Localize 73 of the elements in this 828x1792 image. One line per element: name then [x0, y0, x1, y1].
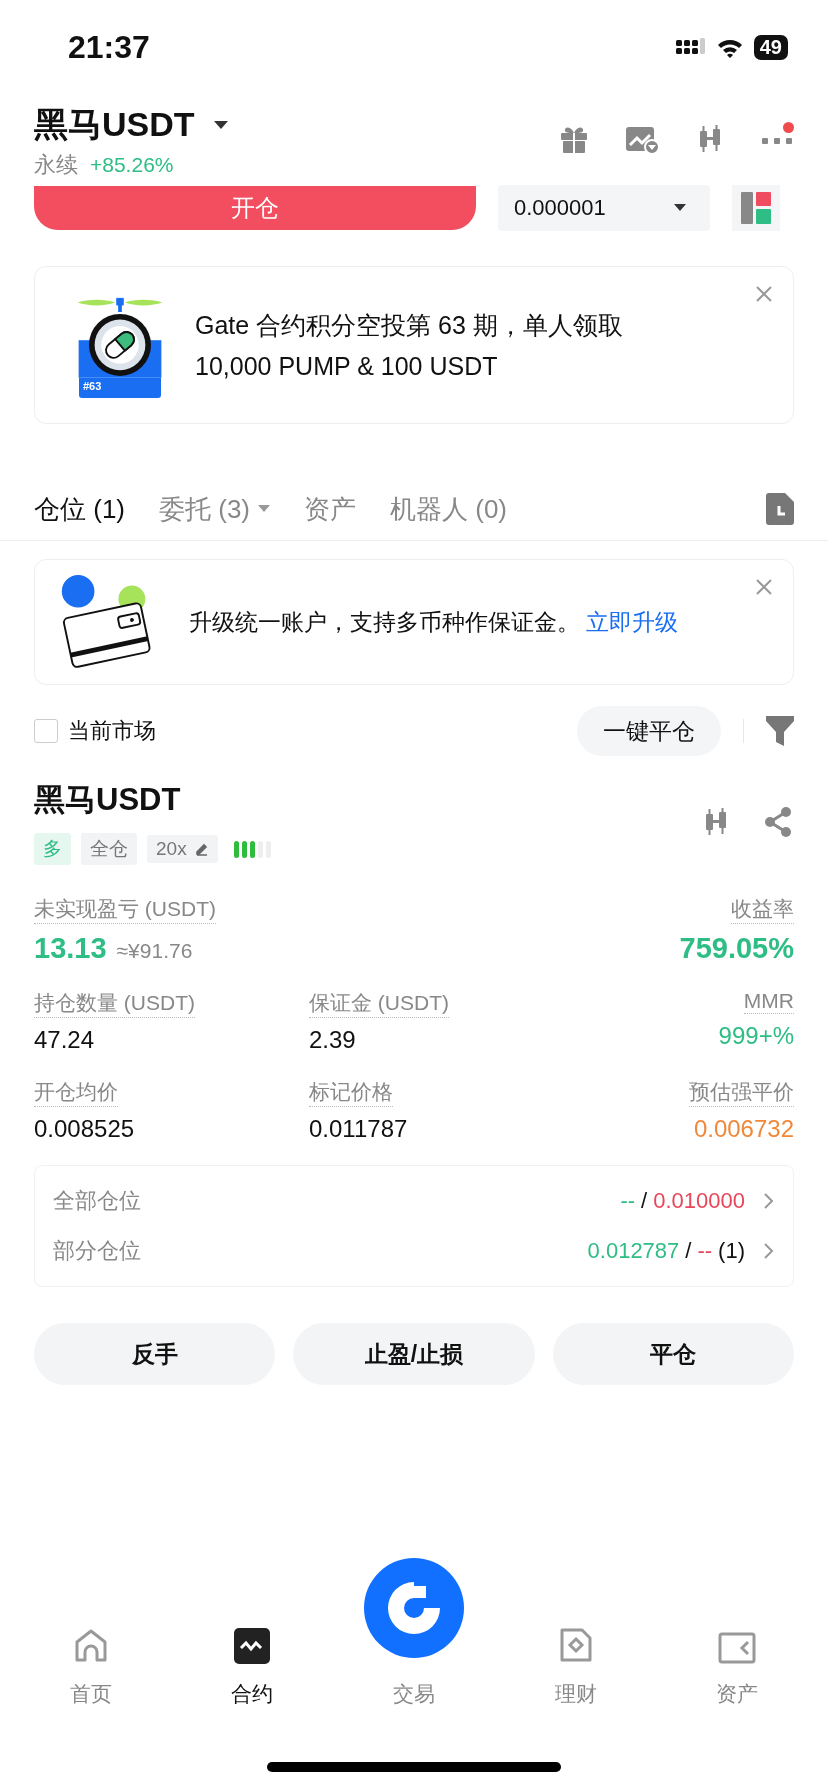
- nav-item[interactable]: 资产: [667, 1632, 808, 1708]
- metric-label: 预估强平价: [689, 1078, 794, 1107]
- status-time: 21:37: [68, 29, 150, 66]
- checkbox-label: 当前市场: [68, 717, 156, 745]
- close-all-button[interactable]: 一键平仓: [577, 706, 721, 756]
- take-profit-value: --: [620, 1188, 636, 1214]
- tab[interactable]: 委托 (3): [159, 491, 304, 527]
- metric-label: 未实现盈亏 (USDT): [34, 895, 216, 924]
- logo-icon: [364, 1558, 464, 1658]
- chevron-icon: [763, 1242, 775, 1260]
- action-button[interactable]: 反手: [34, 1323, 276, 1385]
- tp-sl-label: 全部仓位: [53, 1187, 141, 1215]
- close-icon[interactable]: [755, 285, 773, 303]
- tab[interactable]: 资产: [304, 491, 390, 527]
- metric-value: 13.13: [34, 932, 107, 965]
- precision-dropdown[interactable]: 0.000001: [498, 185, 710, 231]
- metric-subvalue: ≈¥91.76: [116, 939, 193, 963]
- nav-item[interactable]: 交易: [344, 1558, 484, 1708]
- market-title[interactable]: 黑马USDT: [34, 102, 195, 148]
- tp-sl-row[interactable]: 全部仓位 -- / 0.010000: [53, 1176, 775, 1226]
- metric-value: 0.008525: [34, 1115, 135, 1143]
- chevron-icon: [763, 1192, 775, 1210]
- pulse-icon: [234, 1628, 271, 1664]
- promo-banner[interactable]: #63 Gate 合约积分空投第 63 期，单人领取 10,000 PUMP & 100 USDT: [34, 266, 794, 424]
- wallet-icon: [718, 1632, 757, 1664]
- checkbox[interactable]: [34, 719, 58, 743]
- tab[interactable]: 机器人 (0): [390, 491, 541, 527]
- metric-label: 保证金 (USDT): [309, 989, 449, 1018]
- metric-value: 47.24: [34, 1026, 95, 1054]
- upgrade-message: 升级统一账户，支持多币种作保证金。 立即升级: [189, 607, 679, 637]
- metric-label: MMR: [743, 989, 794, 1014]
- metric-value: 0.011787: [309, 1115, 408, 1143]
- take-profit-value: 0.012787: [587, 1238, 680, 1264]
- nav-item[interactable]: 理财: [505, 1628, 646, 1708]
- layout-icon[interactable]: [732, 185, 780, 231]
- margin-mode-tag: 全仓: [81, 833, 137, 865]
- action-button[interactable]: 止盈/止损: [293, 1323, 535, 1385]
- nav-item[interactable]: 首页: [20, 1628, 161, 1708]
- metric-value: 759.05%: [679, 932, 794, 965]
- order-count: (1): [718, 1238, 745, 1264]
- price-change: +85.26%: [90, 153, 174, 177]
- promo-text: 10,000 PUMP & 100 USDT: [195, 352, 499, 381]
- metric-value: 0.006732: [693, 1115, 794, 1143]
- metric-label: 持仓数量 (USDT): [34, 989, 195, 1018]
- caret-icon[interactable]: [674, 204, 686, 212]
- contract-type: 永续: [34, 151, 78, 179]
- tab[interactable]: 仓位 (1): [34, 491, 159, 527]
- stop-loss-value: --: [697, 1238, 713, 1264]
- filter-icon[interactable]: [766, 716, 794, 746]
- battery-level: 49: [753, 35, 788, 60]
- separator: /: [685, 1238, 692, 1264]
- leverage-tag[interactable]: 20x: [147, 835, 218, 863]
- metric-value: 999+%: [718, 1022, 794, 1050]
- action-button[interactable]: 平仓: [552, 1323, 794, 1385]
- close-icon[interactable]: [755, 578, 773, 596]
- position-symbol: 黑马USDT: [34, 781, 182, 819]
- metric-value: 2.39: [309, 1026, 356, 1054]
- share-icon[interactable]: [762, 806, 794, 838]
- side-tag: 多: [34, 833, 71, 865]
- nav-item[interactable]: 合约: [182, 1628, 323, 1708]
- promo-text: Gate 合约积分空投第 63 期，单人领取: [195, 310, 623, 341]
- history-icon[interactable]: [766, 493, 794, 525]
- upgrade-link[interactable]: 立即升级: [586, 608, 679, 635]
- promo-badge: #63: [79, 377, 161, 398]
- metric-label: 收益率: [731, 895, 794, 924]
- metric-label: 标记价格: [309, 1078, 393, 1107]
- stop-loss-value: 0.010000: [653, 1188, 745, 1214]
- metric-label: 开仓均价: [34, 1078, 118, 1107]
- separator: /: [641, 1188, 648, 1214]
- tp-sl-row[interactable]: 部分仓位 0.012787 / -- (1): [53, 1226, 775, 1276]
- tp-sl-label: 部分仓位: [53, 1237, 141, 1265]
- edit-icon[interactable]: [194, 842, 209, 856]
- caret-icon[interactable]: [212, 120, 229, 130]
